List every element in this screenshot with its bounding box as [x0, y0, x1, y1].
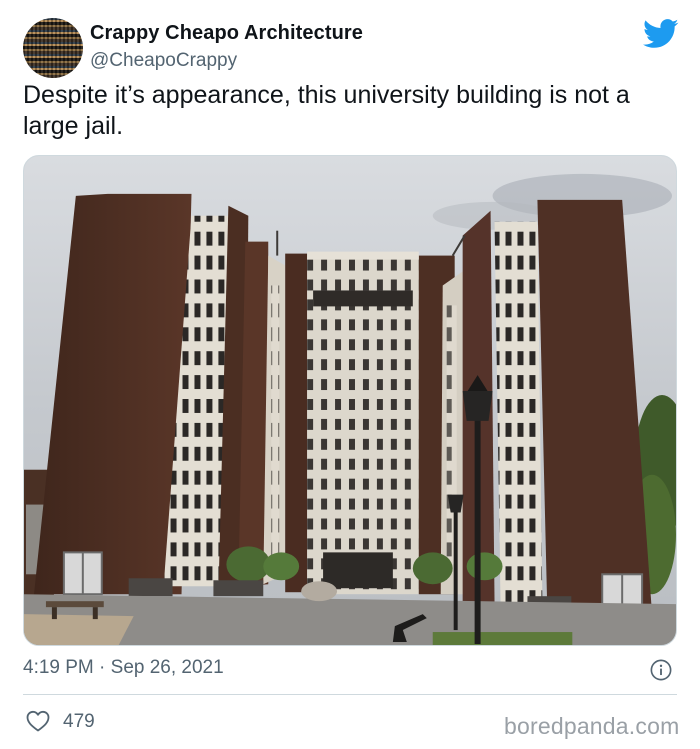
- tweet-photo[interactable]: [23, 155, 677, 646]
- author-avatar[interactable]: [23, 18, 83, 78]
- like-count: 479: [63, 711, 95, 732]
- heart-icon[interactable]: [26, 710, 50, 732]
- tweet-timestamp[interactable]: 4:19 PM · Sep 26, 2021: [23, 657, 224, 679]
- twitter-bird-icon[interactable]: [643, 19, 679, 49]
- divider: [23, 694, 677, 695]
- author-handle[interactable]: @CheapoCrappy: [90, 50, 237, 72]
- tweet-text: Despite it’s appearance, this university…: [23, 81, 630, 140]
- building-photo-illustration: [24, 156, 676, 645]
- info-icon[interactable]: [650, 659, 672, 681]
- author-display-name[interactable]: Crappy Cheapo Architecture: [90, 22, 363, 45]
- watermark: boredpanda.com: [504, 713, 680, 739]
